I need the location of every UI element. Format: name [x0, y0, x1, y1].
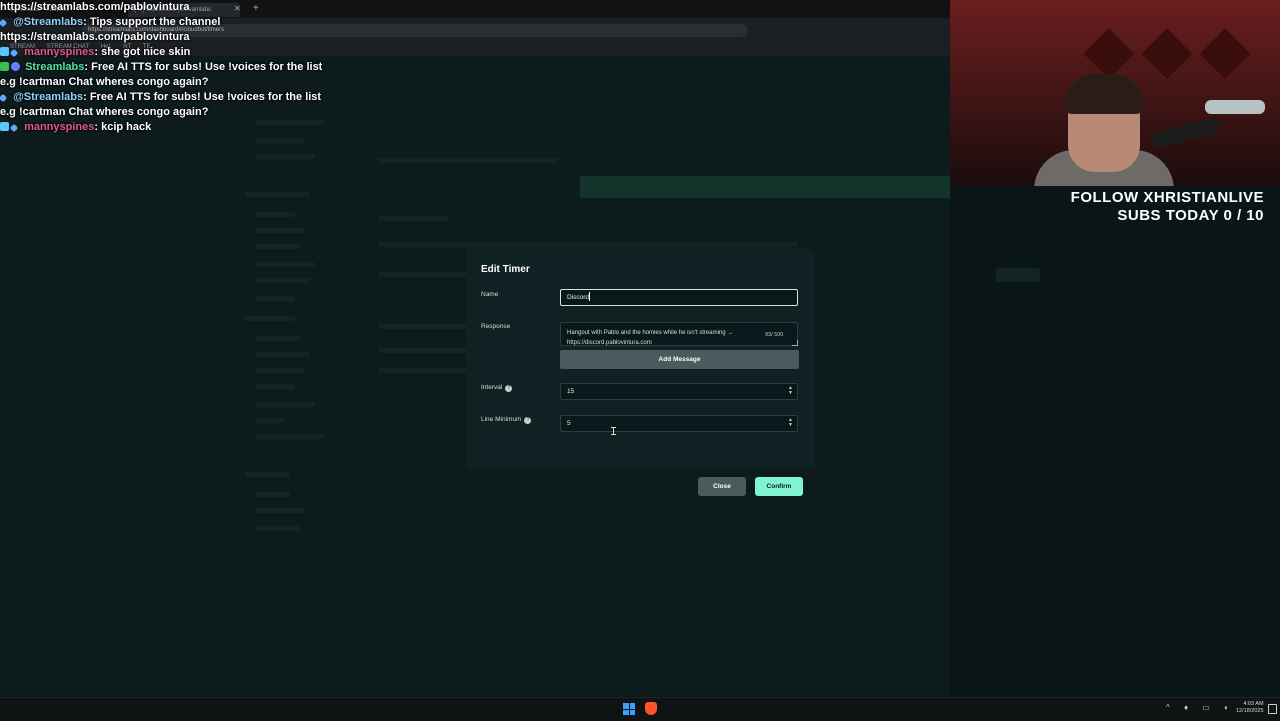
acoustic-panel: [1198, 27, 1252, 81]
chat-username: mannyspines: [24, 121, 95, 133]
chat-username: @Streamlabs: [13, 91, 84, 103]
chat-username: mannyspines: [24, 46, 95, 58]
line-minimum-input[interactable]: 5 ▲ ▼: [560, 415, 798, 432]
chat-text: : Free AI TTS for subs! Use !voices for …: [84, 61, 323, 73]
clock-time: 4:03 AM: [1243, 701, 1264, 707]
chat-message: mannyspines: she got nice skin: [0, 45, 460, 60]
resize-handle-icon[interactable]: [792, 340, 798, 346]
confirm-button[interactable]: Confirm: [755, 477, 803, 496]
name-label: Name: [481, 291, 499, 298]
brave-browser-icon[interactable]: [645, 702, 657, 715]
streamer-hair: [1064, 74, 1144, 114]
chat-text: : kcip hack: [94, 121, 152, 133]
name-input[interactable]: Discord: [560, 289, 798, 306]
response-textarea[interactable]: Hangout with Pablo and the homies while …: [560, 322, 798, 346]
text-cursor-icon: [611, 427, 616, 435]
microphone: [1149, 116, 1221, 150]
diamond-icon: [0, 47, 9, 56]
chat-message: mannyspines: kcip hack: [0, 120, 460, 135]
modal-title: Edit Timer: [481, 264, 530, 275]
windows-start-icon[interactable]: [623, 703, 635, 715]
chat-overlay: https://streamlabs.com/pablovintura @Str…: [0, 0, 460, 135]
webcam-feed: [950, 0, 1280, 186]
stepper-icon[interactable]: ▲ ▼: [788, 418, 793, 428]
mod-icon: [0, 62, 9, 71]
acoustic-panel: [1082, 27, 1136, 81]
diamond-icon: [0, 122, 9, 131]
chat-message: @Streamlabs: Free AI TTS for subs! Use !…: [0, 90, 460, 105]
desk-lamp: [1205, 100, 1265, 114]
name-value: Discord: [567, 294, 590, 301]
line-minimum-value: 5: [567, 420, 571, 427]
taskbar-clock[interactable]: 4:03 AM 12/18/2025: [1236, 701, 1264, 715]
follow-goal-overlay: FOLLOW XHRISTIANLIVE SUBS TODAY 0 / 10: [1071, 189, 1264, 225]
chat-message: https://streamlabs.com/pablovintura: [0, 0, 460, 15]
add-message-button[interactable]: Add Message: [560, 350, 799, 369]
line-minimum-label: Line Minimum?: [481, 416, 532, 424]
sword-icon: [9, 123, 19, 133]
help-icon[interactable]: ?: [505, 385, 513, 392]
chat-text: e.g !cartman Chat wheres congo again?: [0, 106, 209, 118]
line-minimum-label-text: Line Minimum: [481, 416, 522, 423]
chat-text: e.g !cartman Chat wheres congo again?: [0, 76, 209, 88]
response-line: https://discord.pablovintura.com: [567, 340, 652, 346]
character-counter: 93/ 500: [765, 332, 784, 338]
chat-text: : she got nice skin: [94, 46, 191, 58]
chat-text: https://streamlabs.com/pablovintura: [0, 31, 190, 43]
notification-icon[interactable]: [1268, 704, 1277, 714]
text-caret: [589, 292, 591, 301]
chat-username: @Streamlabs: [13, 16, 84, 28]
interval-label-text: Interval: [481, 384, 503, 391]
response-label: Response: [481, 323, 511, 330]
close-button[interactable]: Close: [698, 477, 746, 496]
sword-icon: [0, 93, 8, 103]
clock-date: 12/18/2025: [1236, 708, 1264, 714]
chat-text: : Tips support the channel: [83, 16, 221, 28]
response-line: Hangout with Pablo and the homies while …: [567, 330, 734, 336]
help-icon[interactable]: ?: [524, 417, 532, 424]
interval-value: 15: [567, 388, 575, 395]
taskbar: ^ ♦ ▭ ◐ 4:03 AM 12/18/2025: [0, 697, 1280, 721]
sword-icon: [0, 18, 8, 28]
system-tray[interactable]: ^ ♦ ▭ ◐: [1166, 703, 1235, 712]
chat-message: e.g !cartman Chat wheres congo again?: [0, 105, 460, 120]
chat-username: Streamlabs: [25, 61, 85, 73]
chat-text: : Free AI TTS for subs! Use !voices for …: [83, 91, 322, 103]
sword-icon: [9, 48, 19, 58]
chat-message: e.g !cartman Chat wheres congo again?: [0, 75, 460, 90]
chat-text: https://streamlabs.com/pablovintura: [0, 1, 190, 13]
chat-message: https://streamlabs.com/pablovintura: [0, 30, 460, 45]
chat-message: @Streamlabs: Tips support the channel: [0, 15, 460, 30]
interval-input[interactable]: 15 ▲ ▼: [560, 383, 798, 400]
stepper-icon[interactable]: ▲ ▼: [788, 386, 793, 396]
interval-label: Interval?: [481, 384, 513, 392]
subs-goal-text: SUBS TODAY 0 / 10: [1117, 207, 1264, 224]
follow-text: FOLLOW XHRISTIANLIVE: [1070, 189, 1264, 206]
acoustic-panel: [1140, 27, 1194, 81]
bot-icon: [11, 62, 20, 71]
chat-message: Streamlabs: Free AI TTS for subs! Use !v…: [0, 60, 460, 75]
